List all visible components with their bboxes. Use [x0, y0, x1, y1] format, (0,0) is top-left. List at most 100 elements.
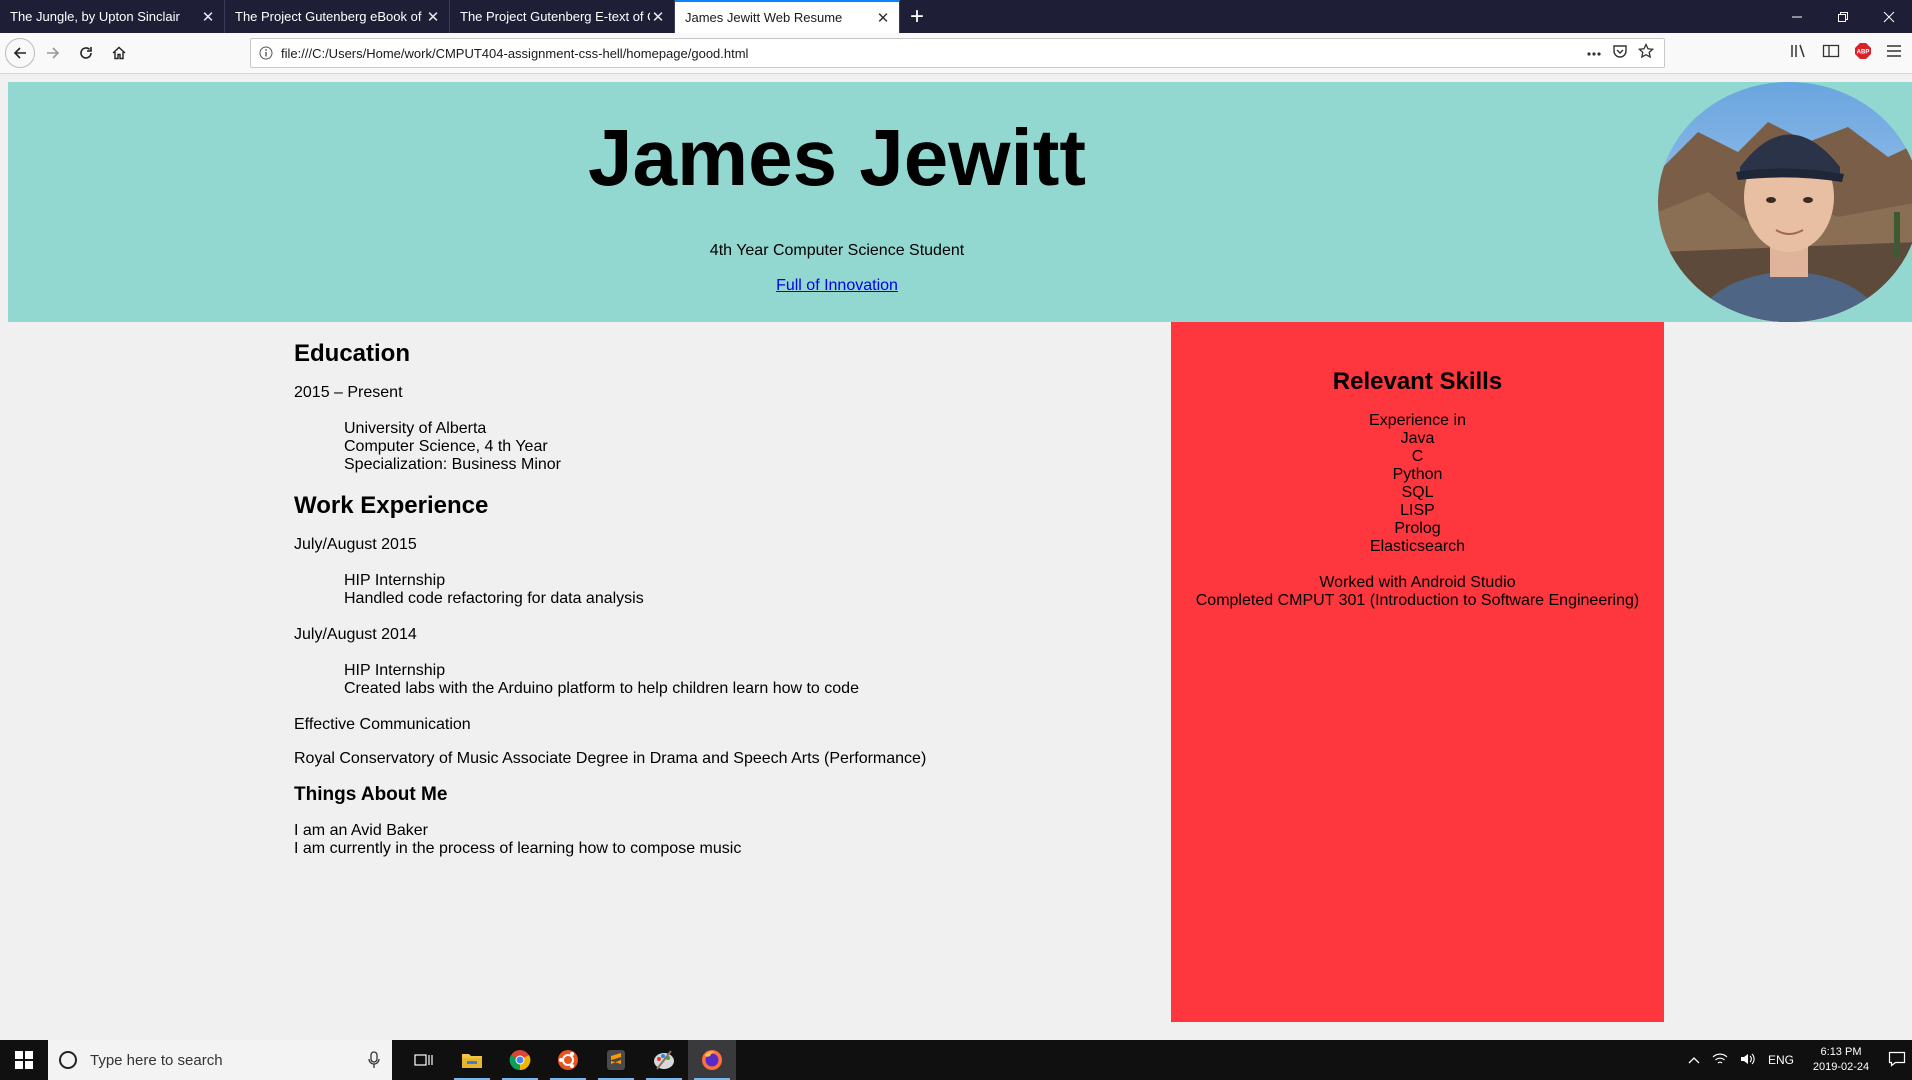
tab-bar: The Jungle, by Upton Sinclair ✕ The Proj… — [0, 0, 1912, 33]
adblock-icon[interactable]: ABP — [1854, 42, 1872, 65]
firefox-icon — [702, 1050, 722, 1070]
skill-extra-line: Completed CMPUT 301 (Introduction to Sof… — [1195, 592, 1640, 609]
microphone-icon[interactable] — [368, 1051, 380, 1069]
page-viewport: James Jewitt 4th Year Computer Science S… — [0, 74, 1912, 1040]
clock-time: 6:13 PM — [1820, 1046, 1862, 1058]
chevron-up-icon[interactable] — [1688, 1053, 1700, 1067]
new-tab-button[interactable]: + — [900, 0, 934, 33]
arrow-left-icon — [13, 47, 26, 59]
system-tray: ENG 6:13 PM 2019-02-24 — [1688, 1040, 1912, 1080]
innovation-link[interactable]: Full of Innovation — [776, 277, 898, 294]
close-window-icon[interactable] — [1866, 0, 1912, 33]
tab-title: The Project Gutenberg E-text of Oli — [460, 9, 650, 24]
job-line: HIP Internship — [344, 572, 446, 589]
education-heading: Education — [294, 340, 411, 367]
task-view-button[interactable] — [400, 1040, 448, 1080]
job-line: Handled code refactoring for data analys… — [344, 590, 644, 607]
close-icon[interactable]: ✕ — [650, 9, 666, 26]
main-column: Education 2015 – Present University of A… — [294, 340, 1154, 876]
taskbar: Type here to search ENG 6:13 PM 2019-02-… — [0, 1040, 1912, 1080]
url-text[interactable]: file:///C:/Users/Home/work/CMPUT404-assi… — [281, 46, 1586, 61]
reload-button[interactable] — [71, 38, 101, 68]
ubuntu-icon — [558, 1050, 578, 1070]
tab-title: The Jungle, by Upton Sinclair — [10, 9, 180, 24]
toolbar-right: ABP — [1790, 33, 1912, 74]
home-icon — [112, 46, 126, 60]
about-lines: I am an Avid Baker I am currently in the… — [294, 822, 1154, 858]
job-period: July/August 2015 — [294, 536, 417, 553]
tab-jungle[interactable]: The Jungle, by Upton Sinclair ✕ — [0, 0, 225, 33]
close-icon[interactable]: ✕ — [200, 9, 216, 26]
chrome-button[interactable] — [496, 1040, 544, 1080]
skill-item: Prolog — [1394, 520, 1441, 537]
page-title: James Jewitt — [587, 113, 1087, 202]
back-button[interactable] — [5, 38, 35, 68]
restore-icon[interactable] — [1820, 0, 1866, 33]
arrow-right-icon — [47, 47, 60, 59]
file-explorer-button[interactable] — [448, 1040, 496, 1080]
clock-date: 2019-02-24 — [1812, 1061, 1870, 1073]
svg-text:ABP: ABP — [1857, 50, 1870, 56]
wifi-icon[interactable] — [1712, 1052, 1728, 1069]
tab-title: James Jewitt Web Resume — [685, 10, 843, 25]
pocket-icon[interactable] — [1612, 43, 1628, 64]
education-period: 2015 – Present — [294, 384, 403, 401]
task-view-icon — [414, 1054, 433, 1066]
search-placeholder: Type here to search — [90, 1051, 223, 1069]
url-bar[interactable]: file:///C:/Users/Home/work/CMPUT404-assi… — [250, 38, 1665, 68]
skills-extra: Worked with Android Studio Completed CMP… — [1171, 574, 1664, 610]
skill-item: Java — [1400, 430, 1435, 447]
reload-icon — [80, 47, 92, 59]
paint-icon — [654, 1050, 674, 1070]
skill-item: Elasticsearch — [1369, 538, 1466, 555]
education-line: Specialization: Business Minor — [344, 456, 561, 473]
paint-button[interactable] — [640, 1040, 688, 1080]
close-icon[interactable]: ✕ — [425, 9, 441, 26]
info-icon[interactable] — [251, 46, 281, 60]
skill-item: LISP — [1400, 502, 1435, 519]
header-link-wrap: Full of Innovation — [8, 277, 1666, 295]
education-line: University of Alberta — [344, 420, 487, 437]
work-extra: Effective Communication — [294, 716, 471, 733]
minimize-icon[interactable] — [1774, 0, 1820, 33]
job-details: HIP Internship Created labs with the Ard… — [294, 662, 1154, 698]
sidebar-icon[interactable] — [1822, 43, 1840, 64]
language-indicator[interactable]: ENG — [1768, 1053, 1794, 1067]
navigation-toolbar: file:///C:/Users/Home/work/CMPUT404-assi… — [0, 33, 1912, 74]
header-subtitle: 4th Year Computer Science Student — [709, 242, 965, 259]
education-line: Computer Science, 4 th Year — [344, 438, 548, 455]
window-controls — [1774, 0, 1912, 33]
job-details: HIP Internship Handled code refactoring … — [294, 572, 1154, 608]
home-button[interactable] — [104, 38, 134, 68]
ubuntu-button[interactable] — [544, 1040, 592, 1080]
volume-icon[interactable] — [1740, 1052, 1756, 1069]
tab-gutenberg-oli[interactable]: The Project Gutenberg E-text of Oli ✕ — [450, 0, 675, 33]
profile-photo — [1658, 82, 1912, 322]
forward-button[interactable] — [38, 38, 68, 68]
sublime-icon — [607, 1050, 625, 1070]
notifications-icon[interactable] — [1888, 1051, 1906, 1070]
skills-intro: Experience in — [1369, 412, 1466, 429]
tab-gutenberg-dr[interactable]: The Project Gutenberg eBook of Dr ✕ — [225, 0, 450, 33]
skill-item: Python — [1392, 466, 1443, 483]
bookmark-star-icon[interactable] — [1637, 42, 1655, 64]
about-line: I am currently in the process of learnin… — [294, 840, 742, 857]
job-period: July/August 2014 — [294, 626, 417, 643]
firefox-button[interactable] — [688, 1040, 736, 1080]
tab-resume[interactable]: James Jewitt Web Resume ✕ — [675, 0, 900, 33]
more-actions-icon[interactable] — [1586, 44, 1602, 62]
about-line: I am an Avid Baker — [294, 822, 428, 839]
skills-panel: Relevant Skills Experience in Java C Pyt… — [1171, 322, 1664, 1022]
sublime-button[interactable] — [592, 1040, 640, 1080]
start-button[interactable] — [0, 1040, 48, 1080]
close-icon[interactable]: ✕ — [875, 10, 891, 27]
windows-icon — [15, 1051, 33, 1069]
job-line: Created labs with the Arduino platform t… — [344, 680, 859, 697]
work-extra: Royal Conservatory of Music Associate De… — [294, 750, 927, 767]
library-icon[interactable] — [1790, 43, 1808, 64]
pinned-apps — [400, 1040, 736, 1080]
menu-icon[interactable] — [1886, 44, 1902, 63]
skills-list: Experience in Java C Python SQL LISP Pro… — [1171, 412, 1664, 556]
taskbar-search[interactable]: Type here to search — [48, 1040, 392, 1080]
clock[interactable]: 6:13 PM 2019-02-24 — [1806, 1045, 1876, 1075]
